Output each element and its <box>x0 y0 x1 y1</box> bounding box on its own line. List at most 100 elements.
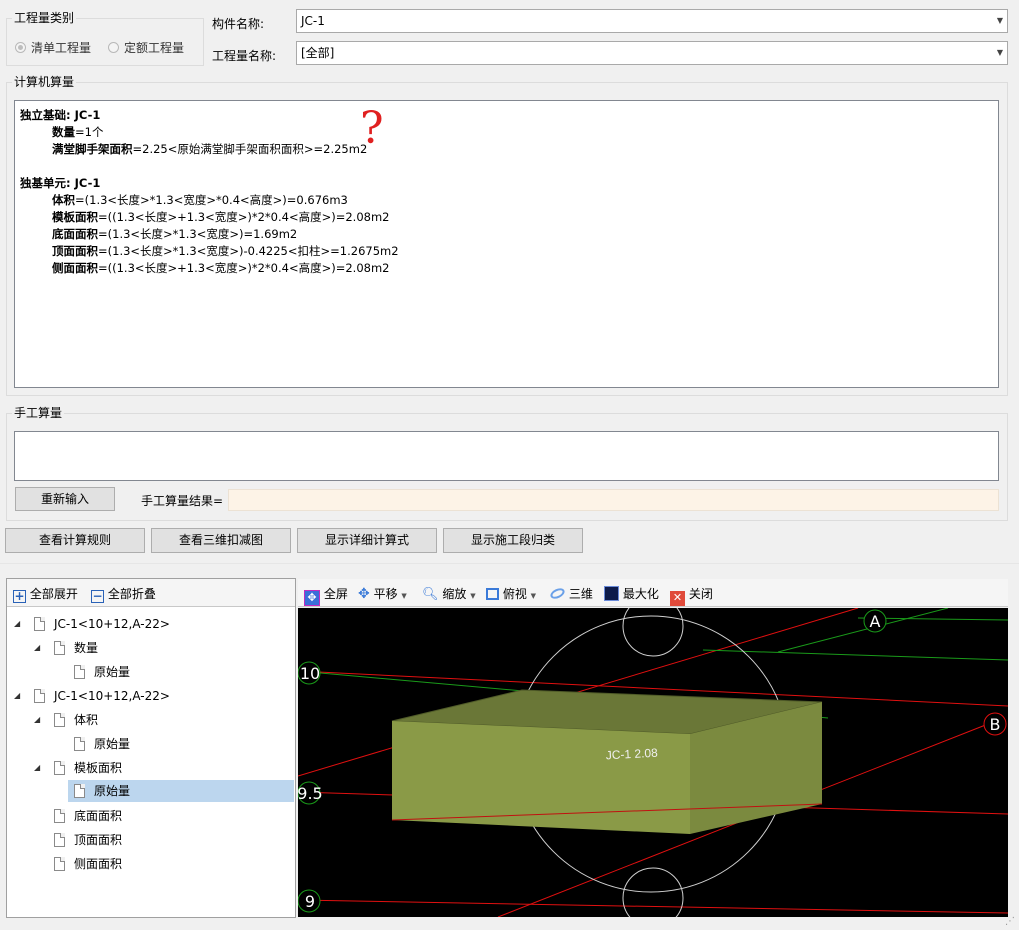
document-icon <box>74 665 85 679</box>
view-button[interactable]: 俯视 ▼ <box>486 584 536 604</box>
magnifier-icon: 🔍︎ <box>422 587 439 602</box>
calc-line-top-area: 顶面面积=(1.3<长度>*1.3<宽度>)-0.4225<扣柱>=1.2675… <box>52 244 399 258</box>
close-label: 关闭 <box>688 587 713 601</box>
expanded-arrow-icon[interactable]: ◢ <box>14 685 20 707</box>
maximize-button[interactable]: 最大化 <box>604 584 659 604</box>
document-icon <box>74 784 85 798</box>
component-name-value: JC-1 <box>301 14 325 28</box>
pan-button[interactable]: ✥ 平移 ▼ <box>358 584 407 604</box>
tree-item-label: 模板面积 <box>74 761 123 775</box>
fullscreen-button[interactable]: ✥ 全屏 <box>304 584 348 606</box>
calc-line-formwork-area: 模板面积=((1.3<长度>+1.3<宽度>)*2*0.4<高度>)=2.08m… <box>52 210 390 224</box>
collapse-all-button[interactable]: − 全部折叠 <box>91 584 156 604</box>
document-icon <box>34 617 45 631</box>
3d-button[interactable]: 三维 <box>548 584 593 604</box>
computer-calc-textarea[interactable]: 独立基础: JC-1 数量=1个 满堂脚手架面积=2.25<原始满堂脚手架面积面… <box>14 100 999 388</box>
radio-quota-quantity[interactable]: 定额工程量 <box>108 39 184 56</box>
maximize-icon <box>604 586 619 601</box>
zoom-button[interactable]: 🔍︎ 缩放 ▼ <box>422 584 476 604</box>
document-icon <box>34 689 45 703</box>
radio-label: 清单工程量 <box>31 41 92 55</box>
axis-marker-9-5: 9.5 <box>298 784 323 803</box>
tree-item-label: 原始量 <box>94 737 131 751</box>
tree-item-label: 原始量 <box>94 665 131 679</box>
pan-icon: ✥ <box>358 586 370 602</box>
show-construction-segment-button[interactable]: 显示施工段归类 <box>443 528 583 553</box>
document-icon <box>54 857 65 871</box>
quantity-type-title: 工程量类别 <box>12 9 77 26</box>
plus-icon: + <box>13 589 26 603</box>
cube-view-icon <box>486 588 499 600</box>
expanded-arrow-icon[interactable]: ◢ <box>34 637 40 659</box>
chevron-down-icon: ▼ <box>996 48 1003 57</box>
maximize-label: 最大化 <box>622 587 659 601</box>
component-name-label: 构件名称: <box>212 17 265 31</box>
expanded-arrow-icon[interactable]: ◢ <box>14 613 20 635</box>
3d-viewer-canvas[interactable]: JC-1 2.08 A B 10 9.5 9 <box>298 608 1008 917</box>
expanded-arrow-icon[interactable]: ◢ <box>34 757 40 779</box>
radio-bill-quantity[interactable]: 清单工程量 <box>15 39 91 56</box>
chevron-down-icon: ▼ <box>401 592 407 600</box>
fullscreen-label: 全屏 <box>323 587 348 601</box>
reenter-button[interactable]: 重新输入 <box>15 487 115 511</box>
tree-item-selected[interactable]: 原始量 <box>68 780 294 802</box>
quantity-name-value: [全部] <box>301 46 335 60</box>
axis-marker-9: 9 <box>305 892 315 911</box>
calc-line-count: 数量=1个 <box>52 125 104 139</box>
pan-label: 平移 <box>373 587 398 601</box>
tree-item-label: 数量 <box>74 641 99 655</box>
minus-icon: − <box>91 589 104 603</box>
radio-indicator-checked <box>15 42 26 53</box>
radio-label: 定额工程量 <box>124 41 185 55</box>
document-icon <box>74 737 85 751</box>
document-icon <box>54 833 65 847</box>
manual-result-field <box>228 489 999 511</box>
tree-item-label: 顶面面积 <box>74 833 123 847</box>
chevron-down-icon: ▼ <box>470 592 476 600</box>
axis-marker-B: B <box>990 715 1001 734</box>
axis-marker-10: 10 <box>300 664 320 683</box>
tree-item-label: JC-1<10+12,A-22> <box>54 689 170 703</box>
3d-label: 三维 <box>568 587 593 601</box>
show-detailed-formula-button[interactable]: 显示详细计算式 <box>297 528 437 553</box>
expand-all-button[interactable]: + 全部展开 <box>13 584 78 604</box>
document-icon <box>54 641 65 655</box>
quantity-name-select[interactable]: [全部] ▼ <box>296 41 1008 65</box>
manual-result-label: 手工算量结果= <box>141 494 224 508</box>
orbit-icon <box>548 586 567 601</box>
view-calc-rules-button[interactable]: 查看计算规则 <box>5 528 145 553</box>
view-3d-deduction-button[interactable]: 查看三维扣减图 <box>151 528 291 553</box>
component-label: JC-1 2.08 <box>605 746 658 763</box>
axis-marker-A: A <box>870 612 881 631</box>
calc-line-scaffold-area: 满堂脚手架面积=2.25<原始满堂脚手架面积面积>=2.25m2 <box>52 142 368 156</box>
calc-line-bottom-area: 底面面积=(1.3<长度>*1.3<宽度>)=1.69m2 <box>52 227 298 241</box>
document-icon <box>54 713 65 727</box>
zoom-label: 缩放 <box>442 587 467 601</box>
section-divider <box>0 563 1019 577</box>
quantity-name-label: 工程量名称: <box>212 49 277 63</box>
calc-line-side-area: 侧面面积=((1.3<长度>+1.3<宽度>)*2*0.4<高度>)=2.08m… <box>52 261 390 275</box>
calc-line-volume: 体积=(1.3<长度>*1.3<宽度>*0.4<高度>)=0.676m3 <box>52 193 348 207</box>
chevron-down-icon: ▼ <box>996 16 1003 25</box>
component-name-select[interactable]: JC-1 ▼ <box>296 9 1008 33</box>
calc-line-foundation: 独立基础: JC-1 <box>20 108 101 122</box>
expand-all-label: 全部展开 <box>29 587 78 601</box>
handwritten-question-mark: ? <box>360 103 384 154</box>
tree-item-label: 原始量 <box>94 784 131 798</box>
fullscreen-icon: ✥ <box>304 590 320 606</box>
tree-item-label: 侧面面积 <box>74 857 123 871</box>
resize-grip-icon[interactable]: ⋰ <box>1005 916 1017 928</box>
tree-item-label: JC-1<10+12,A-22> <box>54 617 170 631</box>
collapse-all-label: 全部折叠 <box>107 587 156 601</box>
document-icon <box>54 761 65 775</box>
manual-calc-input[interactable] <box>14 431 999 481</box>
radio-indicator <box>108 42 119 53</box>
tree-item-label: 底面面积 <box>74 809 123 823</box>
computer-calc-title: 计算机算量 <box>12 73 77 90</box>
expanded-arrow-icon[interactable]: ◢ <box>34 709 40 731</box>
document-icon <box>54 809 65 823</box>
chevron-down-icon: ▼ <box>530 592 537 600</box>
manual-calc-title: 手工算量 <box>12 404 65 421</box>
view-label: 俯视 <box>502 587 527 601</box>
close-button[interactable]: ✕ 关闭 <box>670 584 713 606</box>
